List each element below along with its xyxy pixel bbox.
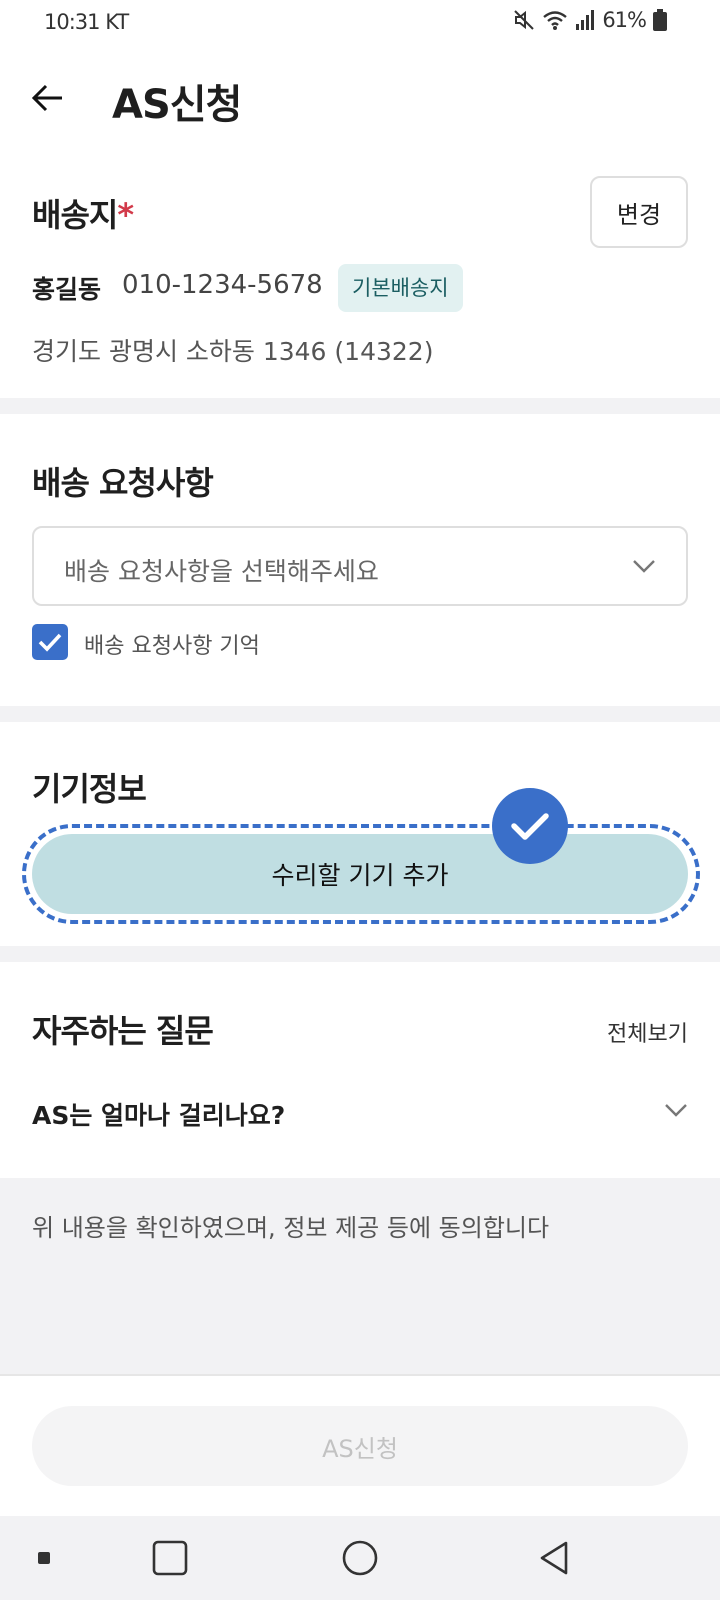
status-bar: 10:31 KT 61% [0,0,720,46]
recipient-name: 홍길동 [32,275,102,304]
remember-request-label: 배송 요청사항 기억 [84,634,260,659]
mute-icon [514,10,535,30]
signal-icon [576,10,595,30]
add-device-button[interactable]: 수리할 기기 추가 [32,834,688,914]
default-address-badge: 기본배송지 [338,264,463,312]
device-info-title: 기기정보 [32,770,147,808]
nav-recents[interactable] [140,1516,200,1600]
shipping-title-text: 배송지 [32,196,118,234]
as-submit-button[interactable]: AS신청 [32,1406,688,1486]
status-icons: 61% [512,8,668,32]
square-icon [152,1540,188,1576]
app-bar: AS신청 [0,60,720,134]
chevron-down-icon[interactable] [662,1096,690,1124]
change-address-button[interactable]: 변경 [590,176,688,248]
recent-apps-dot-icon [38,1552,50,1564]
delivery-request-placeholder: 배송 요청사항을 선택해주세요 [64,557,379,586]
nav-recent-dot[interactable] [24,1516,64,1600]
faq-view-all-link[interactable]: 전체보기 [607,1016,688,1048]
check-icon [38,633,62,652]
nav-back[interactable] [524,1516,584,1600]
section-divider [0,398,720,414]
recipient-phone: 010-1234-5678 [122,270,323,300]
status-time: 10:31 KT [44,10,129,34]
faq-item-question[interactable]: AS는 얼마나 걸리나요? [32,1096,285,1132]
shipping-title: 배송지* [32,190,134,236]
section-divider [0,706,720,722]
system-nav-bar [0,1516,720,1600]
wifi-icon [543,11,568,30]
address-text: 경기도 광명시 소하동 1346 (14322) [32,337,434,366]
consent-area: 위 내용을 확인하였으며, 정보 제공 등에 동의합니다 [0,1178,720,1374]
nav-home[interactable] [330,1516,390,1600]
selected-check-badge [492,788,568,864]
triangle-back-icon [540,1541,568,1575]
remember-request-checkbox[interactable] [32,624,68,660]
check-icon [511,813,549,840]
faq-title: 자주하는 질문 [32,1012,214,1050]
delivery-request-title: 배송 요청사항 [32,464,214,502]
battery-icon [653,9,667,31]
consent-text: 위 내용을 확인하였으며, 정보 제공 등에 동의합니다 [32,1214,550,1242]
battery-percent: 61% [602,8,647,32]
circle-home-icon [342,1540,378,1576]
required-mark: * [117,196,134,234]
chevron-down-icon [633,560,655,573]
arrow-left-icon[interactable] [28,78,68,118]
delivery-request-select[interactable]: 배송 요청사항을 선택해주세요 [32,526,688,606]
page-title: AS신청 [112,82,242,128]
bottom-action-bar: AS신청 [0,1374,720,1516]
section-divider [0,946,720,962]
